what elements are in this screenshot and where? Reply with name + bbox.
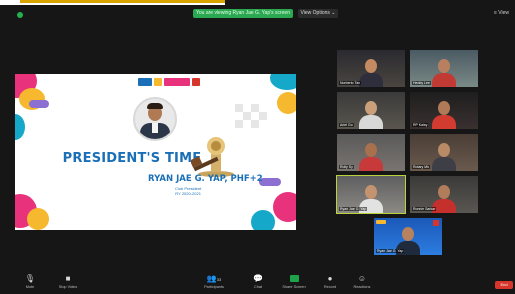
participant-name: RP Kaisy: [412, 123, 429, 127]
video-tile[interactable]: Norberto Tan: [337, 50, 405, 87]
presenter-name: RYAN JAE G. YAP, PHF+2: [148, 174, 263, 184]
microphone-icon: 🎙: [24, 274, 36, 283]
video-camera-icon: ■: [65, 274, 71, 283]
shared-slide: PRESIDENT'S TIME RYAN JAE G. YAP, PHF+2 …: [15, 74, 296, 230]
participants-button[interactable]: 👥33 Participants: [196, 274, 232, 294]
chat-button[interactable]: 💬 Chat: [240, 274, 276, 294]
checker-decoration: [235, 104, 267, 128]
security-shield-icon[interactable]: [17, 12, 23, 18]
reactions-icon: ☺: [357, 274, 367, 283]
chat-icon: 💬: [253, 274, 263, 283]
presenter-role: Club President RY 2020-2021: [175, 186, 201, 196]
reactions-button[interactable]: ☺ Reactions: [344, 274, 380, 294]
title-strip: [0, 0, 225, 5]
sponsor-logos: [138, 78, 200, 86]
video-tile[interactable]: Rotary Mk: [410, 134, 478, 171]
participant-name: Norberto Tan: [339, 81, 362, 85]
mute-button[interactable]: 🎙 Mute: [12, 274, 48, 294]
view-button[interactable]: ≡ View: [494, 10, 509, 16]
video-tile[interactable]: Rolly Sy: [337, 134, 405, 171]
record-button[interactable]: ● Record: [312, 274, 348, 294]
participant-name: Rotary Mk: [412, 165, 430, 169]
participants-icon: 👥33: [206, 274, 222, 283]
video-tile[interactable]: Ariel Go: [337, 92, 405, 129]
participant-name: Ronnie Sarkar: [412, 207, 437, 211]
record-icon: ●: [327, 274, 333, 283]
view-options-button[interactable]: View Options ⌄: [298, 9, 338, 18]
share-screen-icon: [276, 274, 312, 284]
term-line: RY 2020-2021: [175, 191, 201, 196]
stop-video-button[interactable]: ■ Stop Video: [50, 274, 86, 294]
zoom-window: You are viewing Ryan Jae G. Yap's screen…: [0, 0, 515, 294]
participant-name: Ariel Go: [339, 123, 354, 127]
participant-name: Ryan Jae G. Yap: [376, 249, 405, 253]
presenter-portrait: [133, 97, 177, 141]
active-speaker-outline: [336, 175, 406, 214]
gavel-trophy-icon: [191, 137, 234, 177]
end-meeting-button[interactable]: End: [495, 281, 513, 289]
video-tile[interactable]: Ronnie Sarkar: [410, 176, 478, 213]
meeting-toolbar: 🎙 Mute ■ Stop Video 👥33 Participants 💬 C…: [0, 272, 515, 294]
participant-name: Heddy Lee: [412, 81, 431, 85]
video-tile[interactable]: RP Kaisy: [410, 92, 478, 129]
share-screen-button[interactable]: Share Screen: [276, 274, 312, 294]
video-tile[interactable]: Heddy Lee: [410, 50, 478, 87]
screen-share-banner[interactable]: You are viewing Ryan Jae G. Yap's screen: [193, 9, 293, 18]
video-tile[interactable]: Ryan Jae G. Yap: [374, 218, 442, 255]
participant-name: Rolly Sy: [339, 165, 354, 169]
